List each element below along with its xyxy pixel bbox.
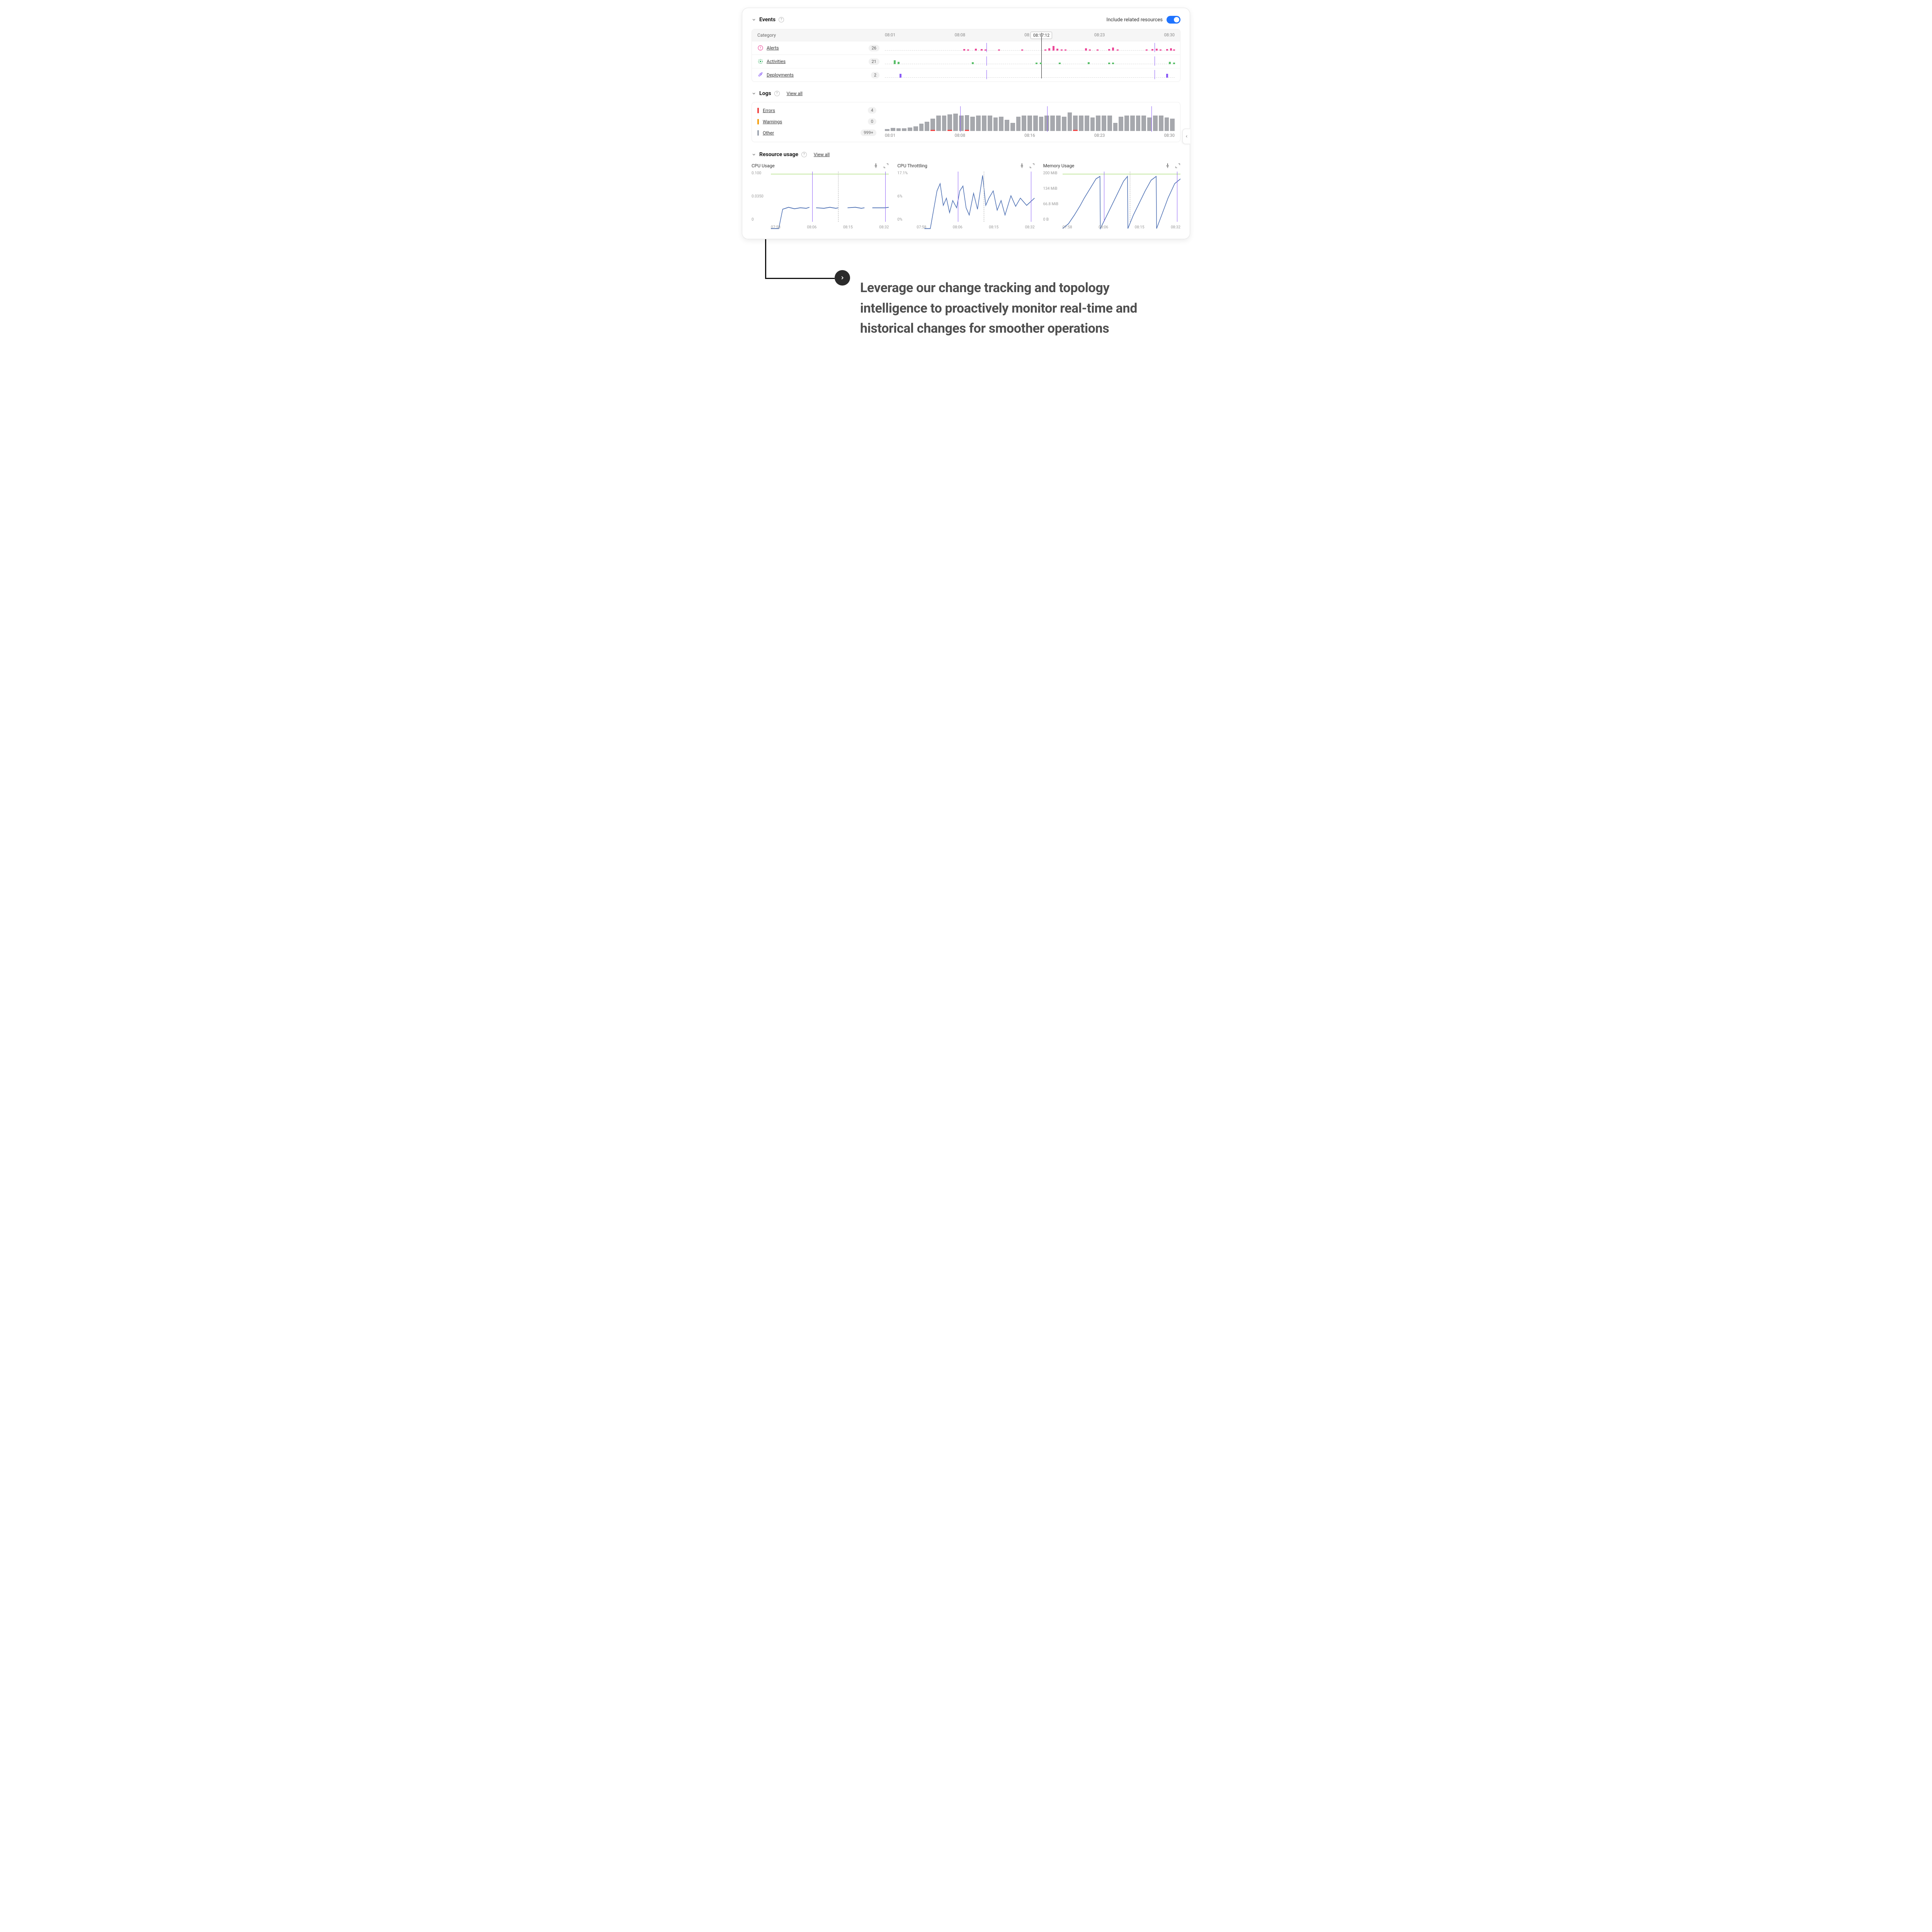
swatch-grey-icon [757,130,759,136]
alert-icon [757,45,764,51]
cpu-throttling-plot[interactable]: 17.1%6%0% 07:5808:0608:1508:32 [897,172,1034,230]
pin-icon[interactable] [873,163,879,168]
pin-icon[interactable] [1019,163,1025,168]
help-icon[interactable]: ? [779,17,784,22]
resource-title: Resource usage [759,151,798,158]
help-icon[interactable]: ? [774,91,780,96]
include-related-toggle[interactable] [1167,16,1180,24]
warnings-count: 0 [868,118,876,125]
chevron-down-icon[interactable] [752,91,756,96]
expand-icon[interactable] [1029,163,1035,168]
deployments-label[interactable]: Deployments [767,72,794,78]
events-row-deployments: Deployments 2 [752,68,1180,82]
callout-connector-line [742,239,1190,278]
expand-icon[interactable] [883,163,889,168]
alerts-track[interactable] [885,44,1175,52]
events-time-ticks: 08:01 08:08 08:16 08:23 08:30 [885,32,1175,37]
chevron-down-icon[interactable] [752,152,756,157]
logs-card: Errors 4 Warnings 0 Other 999+ 08:01 08:… [752,102,1180,142]
activity-icon [757,58,764,65]
logs-histogram[interactable]: 08:01 08:08 08:16 08:23 08:30 [885,107,1175,138]
callout-text: Leverage our change tracking and topolog… [860,278,1162,339]
events-row-alerts: Alerts 26 [752,41,1180,55]
alerts-label[interactable]: Alerts [767,45,779,51]
events-row-activities: Activities 21 [752,55,1180,68]
logs-section-header: Logs ? View all [752,90,1180,97]
memory-usage-plot[interactable]: 200 MiB134 MiB66.8 MiB0 B 07:5808:0608:1… [1043,172,1180,230]
alerts-count: 26 [869,45,879,51]
cpu-throttling-title: CPU Throttling [897,163,927,168]
errors-count: 4 [868,107,876,114]
events-header-row: Category 08:01 08:08 08:16 08:23 08:30 0… [752,29,1180,41]
logs-time-ticks: 08:01 08:08 08:16 08:23 08:30 [885,133,1175,138]
other-label[interactable]: Other [763,130,774,136]
swatch-orange-icon [757,119,759,124]
cpu-usage-plot[interactable]: 0.1000.03500 07:5808:0608:1508:32 [752,172,889,230]
side-panel-collapse-tab[interactable] [1182,129,1190,144]
chart-memory-usage: Memory Usage 200 MiB134 MiB66.8 MiB0 B [1043,163,1180,230]
logs-row-other: Other 999+ [757,129,885,136]
other-count: 999+ [861,129,876,136]
include-related-toggle-wrap: Include related resources [1106,16,1180,24]
deployments-count: 2 [871,72,879,78]
logs-row-errors: Errors 4 [757,107,885,114]
help-icon[interactable]: ? [801,152,807,157]
category-header: Category [757,32,885,38]
errors-label[interactable]: Errors [763,108,775,113]
events-section-header: Events ? Include related resources [752,16,1180,24]
pin-icon[interactable] [1165,163,1170,168]
chart-cpu-usage: CPU Usage 0.1000.03500 [752,163,889,230]
chart-cpu-throttling: CPU Throttling 17.1%6%0% 07:5808:0608:15… [897,163,1034,230]
deployments-track[interactable] [885,71,1175,79]
logs-row-warnings: Warnings 0 [757,118,885,125]
activities-count: 21 [869,58,879,65]
expand-icon[interactable] [1175,163,1180,168]
activities-track[interactable] [885,57,1175,66]
include-related-label: Include related resources [1106,17,1163,23]
logs-legend: Errors 4 Warnings 0 Other 999+ [757,107,885,138]
callout-row: Leverage our change tracking and topolog… [742,278,1190,339]
memory-usage-title: Memory Usage [1043,163,1075,168]
logs-title: Logs [759,90,771,97]
events-title: Events [759,17,776,23]
resource-grid: CPU Usage 0.1000.03500 [752,163,1180,230]
activities-label[interactable]: Activities [767,59,786,64]
events-card: Category 08:01 08:08 08:16 08:23 08:30 0… [752,29,1180,82]
resource-section-header: Resource usage ? View all [752,151,1180,158]
swatch-red-icon [757,108,759,113]
warnings-label[interactable]: Warnings [763,119,782,124]
cpu-usage-title: CPU Usage [752,163,775,168]
logs-view-all-link[interactable]: View all [787,91,803,96]
chevron-down-icon[interactable] [752,17,756,22]
dashboard-card: Events ? Include related resources Categ… [742,8,1190,239]
resource-view-all-link[interactable]: View all [814,152,830,157]
rocket-icon [757,72,764,78]
